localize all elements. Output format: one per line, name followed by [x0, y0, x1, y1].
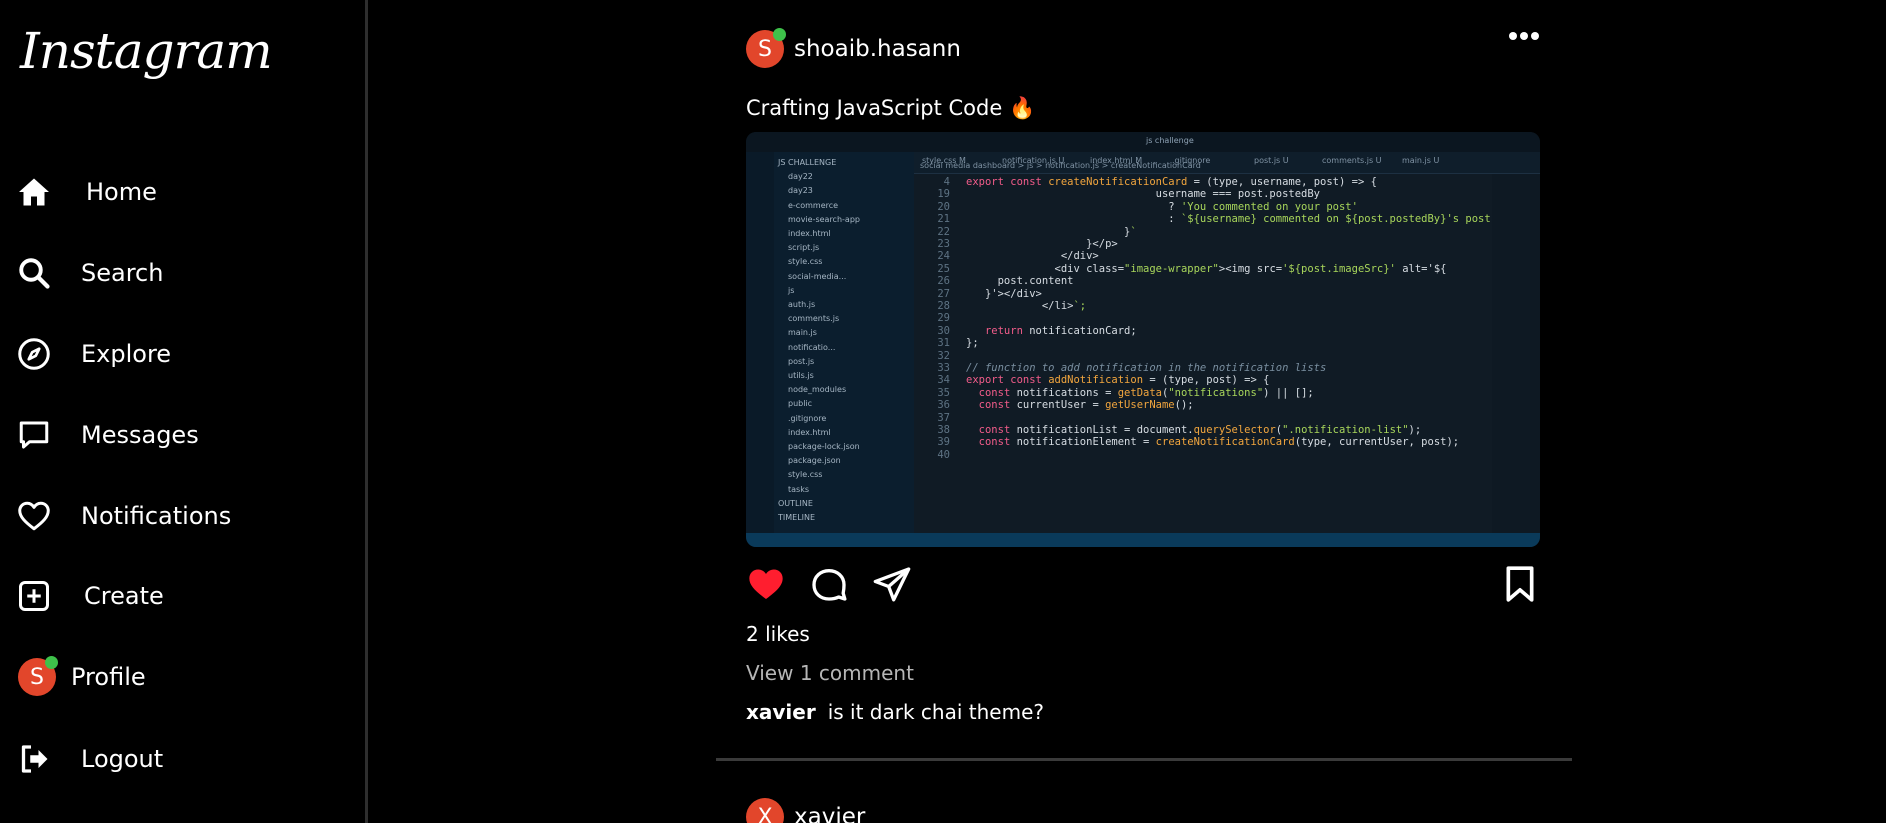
- editor-explorer: JS CHALLENGE day22 day23 e-commerce movie-se…: [774, 152, 914, 547]
- explorer-item: day23: [788, 186, 813, 196]
- post-caption: Crafting JavaScript Code 🔥: [746, 96, 1035, 121]
- dot: [1531, 32, 1539, 40]
- dot: [1509, 32, 1517, 40]
- comment-icon: [812, 569, 847, 601]
- comment-author[interactable]: xavier: [746, 700, 816, 724]
- explorer-item: TIMELINE: [778, 513, 816, 522]
- caption-text: Crafting JavaScript Code: [746, 96, 1003, 120]
- editor-titlebar: js challenge: [746, 132, 1540, 152]
- post-username[interactable]: shoaib.hasann: [794, 36, 961, 62]
- explorer-item: movie-search-app: [788, 214, 860, 224]
- avatar[interactable]: X: [746, 798, 784, 823]
- sidebar-item-label: Notifications: [81, 502, 232, 530]
- editor-tab: post.js U: [1254, 156, 1289, 165]
- share-button[interactable]: [872, 564, 912, 604]
- avatar: S: [18, 656, 58, 696]
- sidebar-item-label: Logout: [81, 745, 164, 773]
- sidebar: Instagram Home Search Explore Messages N…: [0, 0, 368, 823]
- post-username[interactable]: xavier: [794, 804, 865, 823]
- editor-tab: main.js U: [1402, 156, 1440, 165]
- message-icon: [16, 417, 52, 453]
- avatar-letter: S: [30, 664, 44, 690]
- explorer-item: auth.js: [788, 300, 816, 309]
- view-comments-link[interactable]: View 1 comment: [746, 661, 914, 685]
- sidebar-item-label: Search: [81, 259, 164, 287]
- save-button[interactable]: [1500, 564, 1540, 604]
- sidebar-item-label: Explore: [81, 340, 172, 368]
- explorer-item: package-lock.json: [788, 442, 860, 451]
- explorer-item: utils.js: [788, 371, 814, 380]
- sidebar-item-label: Messages: [81, 421, 199, 449]
- explorer-item: style.css: [788, 470, 823, 480]
- editor-activity-bar: [746, 152, 774, 547]
- next-post-header: X xavier: [746, 798, 865, 823]
- explorer-item: .gitignore: [788, 413, 827, 423]
- avatar-letter: S: [758, 36, 772, 62]
- instagram-logo[interactable]: Instagram: [20, 22, 273, 80]
- home-icon: [16, 174, 52, 210]
- post-divider: [716, 758, 1572, 761]
- code-line: 40: [937, 448, 950, 461]
- heart-filled-icon: [749, 569, 783, 599]
- editor-title: js challenge: [1146, 136, 1194, 145]
- post-actions: [746, 564, 1540, 608]
- logout-icon: [16, 741, 52, 777]
- explorer-item: node_modules: [788, 385, 847, 395]
- explorer-item: day22: [788, 172, 813, 182]
- compass-icon: [16, 336, 52, 372]
- sidebar-item-home[interactable]: Home: [16, 170, 157, 214]
- bookmark-icon: [1506, 566, 1534, 602]
- online-status-dot: [773, 28, 786, 41]
- editor-code: social media dashboard > js > notificati…: [914, 161, 1503, 533]
- comment: xavier is it dark chai theme?: [746, 700, 1044, 724]
- dot: [1520, 32, 1528, 40]
- search-icon: [16, 255, 52, 291]
- sidebar-item-label: Home: [86, 178, 157, 206]
- explorer-item: e-commerce: [788, 200, 839, 210]
- explorer-item: tasks: [788, 484, 810, 494]
- post-image[interactable]: js challenge JS CHALLENGE day22 day23 e-com…: [746, 132, 1540, 547]
- sidebar-item-logout[interactable]: Logout: [16, 737, 163, 781]
- explorer-item: index.html: [788, 427, 831, 437]
- explorer-item: style.css: [788, 257, 823, 267]
- explorer-item: OUTLINE: [778, 498, 813, 508]
- explorer-item: social-media...: [788, 271, 847, 281]
- plus-square-icon: [16, 578, 52, 614]
- explorer-item: js: [788, 285, 795, 295]
- more-options-button[interactable]: [1509, 32, 1539, 40]
- avatar-letter: X: [757, 804, 773, 823]
- editor-minimap: [1492, 174, 1540, 533]
- editor-breadcrumb: social media dashboard > js > notificati…: [920, 161, 1201, 170]
- code-line: 39 const notificationElement = createNot…: [937, 436, 1460, 449]
- likes-count[interactable]: 2 likes: [746, 622, 810, 646]
- comment-text: is it dark chai theme?: [827, 700, 1044, 724]
- sidebar-item-create[interactable]: Create: [16, 574, 164, 618]
- sidebar-item-search[interactable]: Search: [16, 251, 163, 295]
- explorer-item: package.json: [788, 456, 841, 466]
- editor-tab: comments.js U: [1322, 156, 1382, 165]
- avatar[interactable]: S: [746, 28, 786, 68]
- heart-icon: [16, 498, 52, 534]
- send-icon: [873, 567, 911, 602]
- post-header: S shoaib.hasann: [746, 28, 961, 68]
- editor-statusbar: [746, 533, 1540, 547]
- explorer-item: comments.js: [788, 314, 840, 324]
- explorer-item: notificatio...: [788, 342, 836, 352]
- sidebar-item-notifications[interactable]: Notifications: [16, 494, 231, 538]
- sidebar-item-profile[interactable]: S Profile: [18, 655, 146, 699]
- explorer-item: script.js: [788, 243, 820, 253]
- like-button[interactable]: [746, 564, 786, 604]
- explorer-item: post.js: [788, 356, 815, 366]
- sidebar-item-messages[interactable]: Messages: [16, 413, 199, 457]
- comment-button[interactable]: [809, 564, 849, 604]
- explorer-item: public: [788, 399, 813, 409]
- explorer-item: index.html: [788, 229, 831, 238]
- explorer-item: JS CHALLENGE: [778, 158, 837, 167]
- sidebar-item-label: Create: [84, 582, 164, 610]
- sidebar-item-explore[interactable]: Explore: [16, 332, 171, 376]
- explorer-item: main.js: [788, 328, 817, 338]
- online-status-dot: [45, 656, 58, 669]
- sidebar-item-label: Profile: [71, 663, 146, 691]
- fire-emoji: 🔥: [1008, 96, 1036, 120]
